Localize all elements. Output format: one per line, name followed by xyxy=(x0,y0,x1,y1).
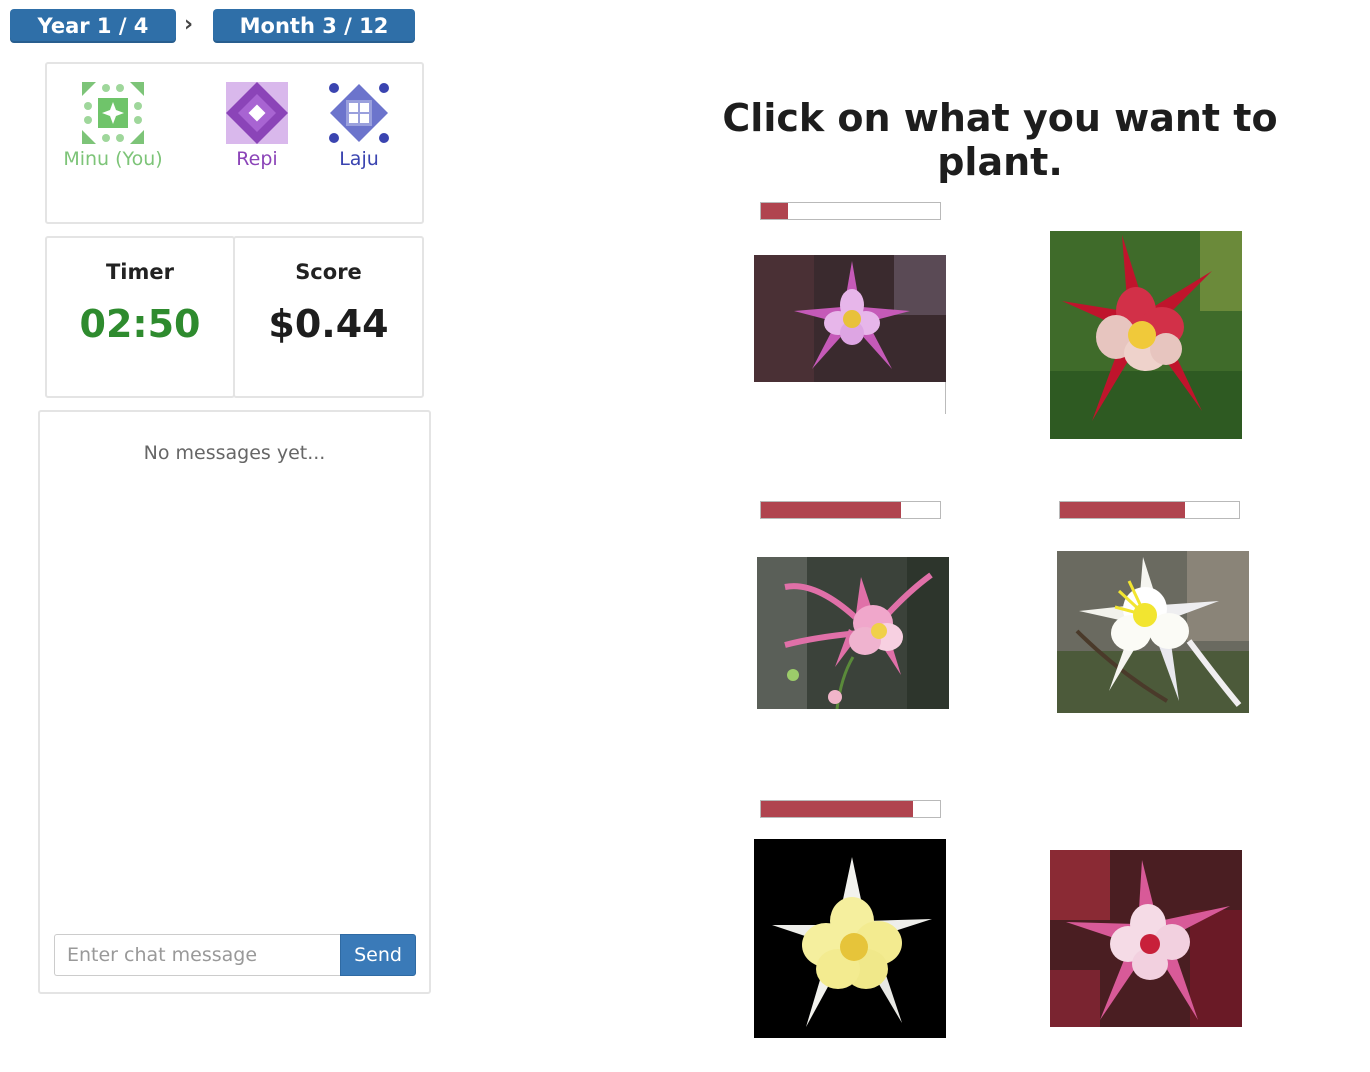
instruction-heading: Click on what you want to plant. xyxy=(722,96,1278,184)
chat-input[interactable] xyxy=(54,934,340,976)
pink-white-columbine-image xyxy=(1050,850,1242,1027)
month-badge: Month 3 / 12 xyxy=(213,9,415,43)
players-panel: Minu (You) Repi Laju xyxy=(45,62,424,224)
growth-progress-bar xyxy=(760,501,941,519)
player-name: Repi xyxy=(236,148,278,170)
white-columbine-image xyxy=(1057,551,1249,713)
year-badge: Year 1 / 4 xyxy=(10,9,176,43)
player-name: Laju xyxy=(339,148,379,170)
purple-diamond-icon xyxy=(226,82,288,144)
green-quilt-icon xyxy=(82,82,144,144)
yellow-columbine-image xyxy=(754,839,946,1038)
flower-option-red[interactable] xyxy=(1050,231,1242,439)
player-repi: Repi xyxy=(217,82,297,170)
timer-label: Timer xyxy=(105,260,174,284)
chat-empty-message: No messages yet... xyxy=(143,442,326,464)
player-laju: Laju xyxy=(319,82,399,170)
growth-progress-fill xyxy=(761,502,901,518)
growth-progress-fill xyxy=(761,203,788,219)
growth-progress-fill xyxy=(1060,502,1186,518)
score-label: Score xyxy=(295,260,362,284)
pink-purple-columbine-image xyxy=(754,255,946,382)
chevron-right-icon: › xyxy=(184,12,194,37)
score-panel: Score $0.44 xyxy=(233,236,424,398)
timer-value: 02:50 xyxy=(79,302,201,346)
player-minu: Minu (You) xyxy=(57,82,169,170)
flower-option-pink[interactable] xyxy=(757,557,949,709)
growth-progress-bar xyxy=(760,202,941,220)
flower-option-pink-white[interactable] xyxy=(1050,850,1242,1027)
growth-progress-fill xyxy=(761,801,914,817)
growth-progress-bar xyxy=(760,800,941,818)
pink-columbine-image xyxy=(757,557,949,709)
timer-panel: Timer 02:50 xyxy=(45,236,235,398)
score-value: $0.44 xyxy=(268,302,389,346)
chat-panel: No messages yet... Send xyxy=(38,410,431,994)
send-button[interactable]: Send xyxy=(340,934,416,976)
red-columbine-image xyxy=(1050,231,1242,439)
growth-progress-bar xyxy=(1059,501,1240,519)
image-edge-line xyxy=(945,382,946,414)
flower-option-yellow[interactable] xyxy=(754,839,946,1038)
player-name: Minu (You) xyxy=(63,148,163,170)
blue-window-icon xyxy=(329,83,389,143)
flower-option-white[interactable] xyxy=(1057,551,1249,713)
flower-option-pink-purple[interactable] xyxy=(754,255,946,382)
